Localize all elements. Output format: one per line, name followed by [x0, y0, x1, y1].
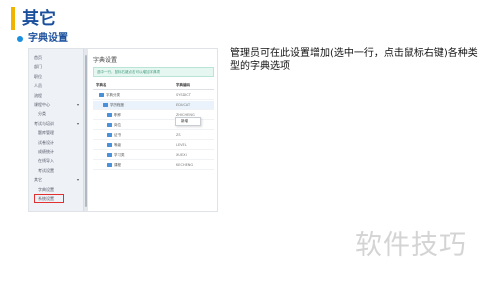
sidebar-item[interactable]: 试卷设计	[38, 140, 54, 145]
sidebar-item[interactable]: 其它	[34, 177, 42, 182]
chevron-down-icon[interactable]: ▾	[77, 102, 79, 107]
row-name: 课程	[114, 163, 121, 167]
dictionary-panel: 字典设置 选中一行，鼠标右键点击可以增加字典项 字典名 字典编码 字典分类 SYS…	[89, 49, 217, 211]
row-name: 证书	[114, 133, 121, 137]
folder-icon	[107, 153, 112, 157]
context-menu-add[interactable]: 新增	[175, 117, 201, 126]
sidebar-item[interactable]: 课程中心	[34, 102, 50, 107]
folder-icon	[107, 113, 112, 117]
row-code: EDUCAT	[176, 103, 191, 107]
sidebar-item[interactable]: 题库管理	[38, 130, 54, 135]
folder-icon	[103, 103, 108, 107]
row-name: 学历程度	[110, 103, 124, 107]
table-header: 字典名 字典编码	[93, 82, 214, 90]
sidebar: 首页部门职位人员流程课程中心 ▾ 分类考试与培训 ▾ 题库管理试卷设计成绩统计在线导入考…	[29, 49, 84, 211]
sidebar-item[interactable]: 分类	[38, 111, 46, 116]
app-screenshot: 首页部门职位人员流程课程中心 ▾ 分类考试与培训 ▾ 题库管理试卷设计成绩统计在线导入考…	[28, 48, 218, 212]
sidebar-item[interactable]: 成绩统计	[38, 149, 54, 154]
sidebar-item[interactable]: 职位	[34, 74, 42, 79]
row-code: LEVEL	[176, 143, 187, 147]
table-row[interactable]: 等级 LEVEL	[93, 141, 214, 150]
highlight-box	[34, 194, 64, 203]
table-row[interactable]: 学习类 XUEXI	[93, 151, 214, 160]
scrollbar-thumb[interactable]	[85, 55, 87, 207]
row-name: 学习类	[114, 153, 125, 157]
sidebar-item[interactable]: 流程	[34, 93, 42, 98]
chevron-down-icon[interactable]: ▾	[77, 177, 79, 182]
chevron-down-icon[interactable]: ▾	[77, 121, 79, 126]
sidebar-item[interactable]: 考试与培训	[34, 121, 54, 126]
bullet-icon	[17, 36, 23, 42]
sidebar-item[interactable]: 在线导入	[38, 158, 54, 163]
row-name: 岗位	[114, 123, 121, 127]
sidebar-item[interactable]: 考试设置	[38, 168, 54, 173]
title-accent-bar	[11, 7, 15, 30]
row-code: XUEXI	[176, 153, 187, 157]
panel-title: 字典设置	[93, 57, 118, 64]
sidebar-item[interactable]: 人员	[34, 83, 42, 88]
folder-icon	[107, 123, 112, 127]
table-row[interactable]: 课程 KECHENG	[93, 161, 214, 170]
watermark: 软件技巧	[355, 230, 467, 261]
row-code: SYSDICT	[176, 93, 191, 97]
folder-icon	[107, 133, 112, 137]
row-name: 等级	[114, 143, 121, 147]
row-code: KECHENG	[176, 163, 194, 167]
folder-icon	[99, 93, 104, 97]
table-row[interactable]: 学历程度 EDUCAT	[93, 101, 214, 110]
table-row[interactable]: 证书 ZS	[93, 131, 214, 140]
table-row[interactable]: 字典分类 SYSDICT	[93, 91, 214, 100]
description-text: 管理员可在此设置增加(选中一行，点击鼠标右键)各种类型的字典选项	[230, 48, 478, 72]
section-subtitle: 字典设置	[28, 33, 68, 44]
folder-icon	[107, 143, 112, 147]
sidebar-item[interactable]: 字典设置	[38, 187, 54, 192]
folder-icon	[107, 163, 112, 167]
column-header-code: 字典编码	[176, 83, 190, 87]
sidebar-item[interactable]: 首页	[34, 55, 42, 60]
sidebar-item[interactable]: 部门	[34, 64, 42, 69]
row-code: ZS	[176, 133, 181, 137]
row-name: 字典分类	[106, 93, 120, 97]
tip-banner: 选中一行，鼠标右键点击可以增加字典项	[93, 67, 214, 77]
page-title: 其它	[22, 9, 56, 29]
column-header-name: 字典名	[96, 83, 107, 87]
row-name: 职称	[114, 113, 121, 117]
